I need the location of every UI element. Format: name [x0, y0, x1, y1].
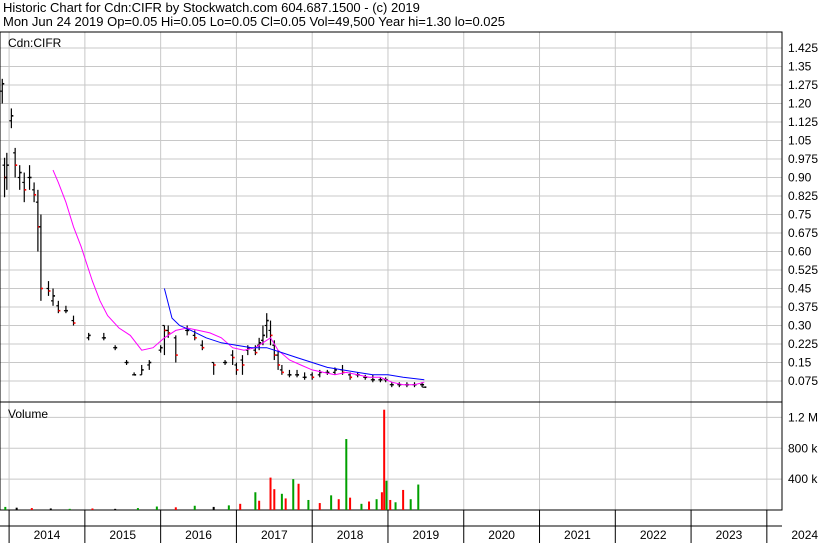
volume-bar [360, 503, 363, 510]
x-tick-label: 2016 [185, 528, 212, 542]
x-tick-label: 2017 [261, 528, 288, 542]
volume-bar [114, 508, 117, 510]
price-y-tick-label: 0.225 [788, 337, 818, 351]
x-tick-label: 2019 [413, 528, 440, 542]
volume-bar [155, 506, 158, 510]
price-y-tick-label: 0.375 [788, 300, 818, 314]
price-y-tick-label: 1.125 [788, 115, 818, 129]
volume-bar [49, 508, 52, 510]
price-y-tick-label: 1.05 [788, 134, 812, 148]
volume-bar [136, 508, 139, 510]
volume-y-tick-label: 800 k [788, 441, 818, 455]
x-tick-label: 2014 [34, 528, 61, 542]
price-y-tick-label: 0.15 [788, 356, 812, 370]
x-tick-label: 2020 [488, 528, 515, 542]
volume-bar [330, 495, 333, 510]
price-y-tick-label: 1.275 [788, 78, 818, 92]
price-y-tick-label: 0.75 [788, 208, 812, 222]
volume-bar [349, 497, 352, 510]
x-tick-label: 2018 [337, 528, 364, 542]
x-tick-label: 2021 [564, 528, 591, 542]
price-grid [0, 32, 782, 402]
volume-bar [409, 499, 412, 510]
volume-panel-title: Volume [8, 407, 48, 421]
volume-bar [394, 502, 397, 510]
volume-bar [15, 507, 18, 510]
volume-bar [402, 489, 405, 510]
volume-bar [284, 498, 287, 510]
moving-average-short-line [52, 169, 425, 386]
volume-bar [375, 499, 378, 510]
volume-bar [258, 500, 261, 510]
volume-bar [254, 492, 257, 510]
price-y-tick-label: 0.075 [788, 374, 818, 388]
x-tick-label: 2024 [791, 528, 818, 542]
volume-bars [4, 409, 420, 510]
price-y-tick-label: 0.45 [788, 282, 812, 296]
volume-bar [4, 506, 7, 510]
historic-chart: Cdn:CIFR Volume 1.4251.351.2751.201.1251… [0, 31, 818, 543]
volume-bar [297, 483, 300, 510]
volume-bar [212, 506, 215, 510]
volume-bar [269, 477, 272, 510]
volume-bar [380, 492, 383, 510]
volume-bar [273, 489, 276, 510]
volume-bar [345, 439, 348, 510]
price-y-tick-label: 0.675 [788, 226, 818, 240]
volume-bar [227, 505, 230, 510]
volume-bar [389, 499, 392, 510]
volume-bar [193, 505, 196, 510]
volume-bar [30, 508, 33, 510]
volume-y-tick-label: 400 k [788, 472, 818, 486]
volume-bar [337, 499, 340, 510]
price-y-tick-label: 0.525 [788, 263, 818, 277]
price-y-tick-label: 0.825 [788, 189, 818, 203]
volume-y-tick-label: 1.2 M [788, 410, 818, 424]
price-panel-title: Cdn:CIFR [8, 36, 62, 50]
price-panel-frame [0, 31, 783, 403]
volume-panel-frame [0, 401, 783, 511]
price-y-tick-label: 0.30 [788, 319, 812, 333]
volume-bar [307, 499, 310, 510]
volume-bar [91, 508, 94, 510]
price-y-tick-label: 1.425 [788, 41, 818, 55]
volume-bar [417, 484, 420, 510]
volume-bar [239, 503, 242, 510]
volume-bar [280, 493, 283, 510]
price-y-axis: 1.425 1.35 1.275 1.20 1.125 1.05 0.975 0.90 0.82… [788, 41, 818, 388]
volume-y-axis: 1.2 M 800 k 400 k [788, 410, 818, 486]
price-y-tick-label: 0.90 [788, 171, 812, 185]
volume-bar [174, 507, 177, 510]
x-tick-label: 2015 [109, 528, 136, 542]
volume-bar [292, 479, 295, 510]
price-y-tick-label: 0.60 [788, 245, 812, 259]
volume-bar [318, 503, 321, 510]
price-y-tick-label: 1.20 [788, 97, 812, 111]
volume-bar [383, 409, 386, 510]
volume-grid [0, 402, 782, 510]
price-y-tick-label: 0.975 [788, 152, 818, 166]
moving-average-long-line [163, 288, 425, 381]
price-y-tick-label: 1.35 [788, 60, 812, 74]
volume-bar [368, 501, 371, 510]
volume-bar [68, 508, 71, 510]
x-tick-label: 2023 [716, 528, 743, 542]
volume-bar [385, 480, 388, 510]
x-tick-label: 2022 [640, 528, 667, 542]
